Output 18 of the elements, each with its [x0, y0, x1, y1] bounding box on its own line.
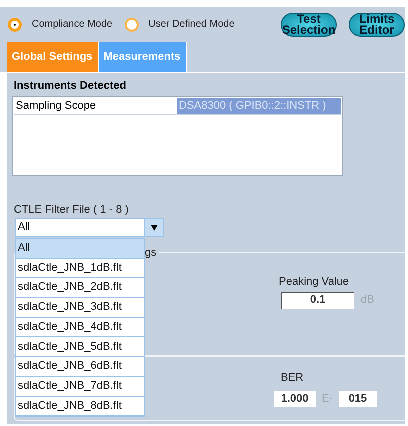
table-cell-text: Sampling Scope [15, 98, 98, 114]
input-field[interactable]: 0.1 [281, 292, 354, 308]
field-label: CTLE Filter File ( 1 - 8 ) [14, 203, 130, 215]
input-field[interactable]: 1.000 [274, 390, 316, 407]
radio-button[interactable] [8, 18, 22, 32]
dropdown-arrow-icon [150, 224, 158, 230]
field-label: Peaking Value [279, 275, 350, 290]
button[interactable]: Limits Editor [349, 12, 405, 36]
input-field[interactable]: 015 [339, 390, 377, 407]
button[interactable]: Test Selection [281, 12, 337, 36]
list-item[interactable]: All [16, 239, 144, 259]
radio-label[interactable]: Compliance Mode [32, 17, 113, 32]
radio-button[interactable] [124, 18, 139, 32]
field-label: BER [281, 371, 305, 386]
radio-label[interactable]: User Defined Mode [148, 17, 235, 32]
list-item[interactable]: sdlaCtle_JNB_1dB.flt [16, 258, 144, 278]
section-title: Instruments Detected [14, 79, 128, 92]
list-item[interactable]: sdlaCtle_JNB_8dB.flt [16, 396, 144, 416]
